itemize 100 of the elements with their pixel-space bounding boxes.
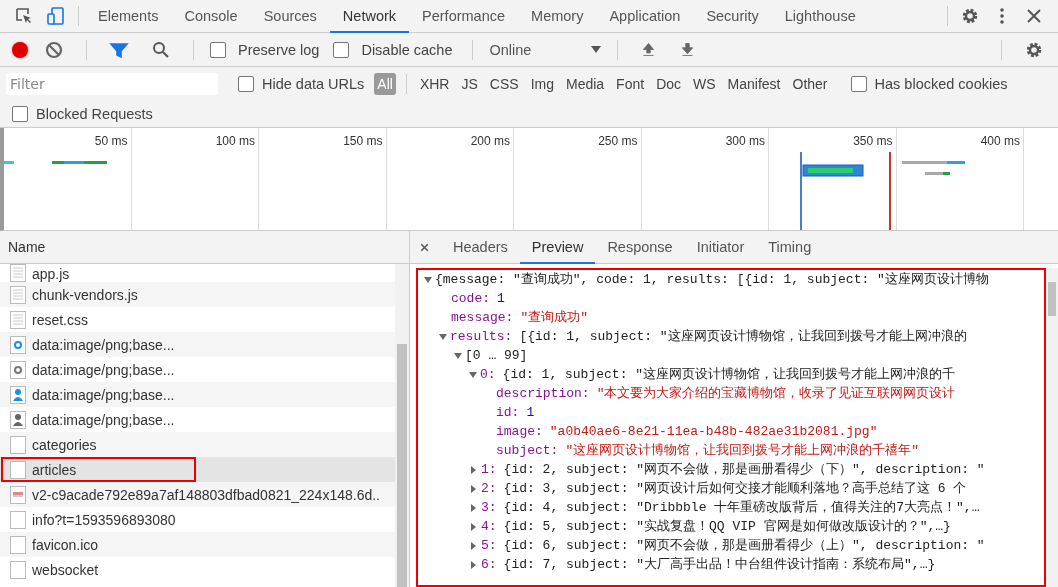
type-filter-button[interactable]: Img xyxy=(527,72,557,95)
object-summary: {id: 5, subject: "实战复盘！QQ VIP 官网是如何做改版设计的？",…} xyxy=(503,518,951,536)
blocked-cookies-checkbox[interactable] xyxy=(850,75,867,92)
request-name: articles xyxy=(32,461,77,478)
panel-tab[interactable]: Sources xyxy=(250,0,330,33)
property-key: 4: xyxy=(481,517,497,536)
record-button[interactable] xyxy=(12,41,28,58)
property-key: subject: xyxy=(496,441,559,460)
scrollbar[interactable] xyxy=(1046,268,1058,587)
type-filter-button[interactable]: Other xyxy=(789,72,831,95)
object-summary: {id: 3, subject: "网页设计后如何交接才能顺利落地？高手总结了这 6 个 xyxy=(503,480,967,498)
file-icon xyxy=(10,460,26,479)
type-filter-button[interactable]: Manifest xyxy=(724,72,784,95)
property-key: 0: xyxy=(480,365,496,384)
property-value: "查询成功" xyxy=(520,309,589,327)
type-filter-button[interactable]: Doc xyxy=(653,72,685,95)
object-summary: {id: 7, subject: "大厂高手出品！中台组件设计指南：系统布局",…} xyxy=(503,556,936,574)
checkbox-label: Blocked Requests xyxy=(36,105,153,122)
file-icon xyxy=(10,410,26,429)
expand-toggle[interactable] xyxy=(454,352,462,359)
detail-tab[interactable]: Timing xyxy=(756,230,824,264)
time-tick-label: 400 ms xyxy=(980,133,1021,150)
property-value: 1 xyxy=(497,290,505,308)
settings-icon[interactable] xyxy=(960,6,980,26)
type-filter-button[interactable]: Font xyxy=(613,72,648,95)
expand-toggle[interactable] xyxy=(469,371,477,378)
property-key: image: xyxy=(496,422,543,441)
type-filter-button[interactable]: JS xyxy=(458,72,481,95)
request-name: reset.css xyxy=(32,311,88,328)
panel-tab[interactable]: Lighthouse xyxy=(771,0,869,33)
expand-toggle[interactable] xyxy=(471,484,476,493)
download-icon[interactable] xyxy=(679,41,697,58)
property-value: 1 xyxy=(526,404,535,422)
time-tick-label: 250 ms xyxy=(598,133,639,150)
expand-toggle[interactable] xyxy=(471,465,476,474)
panel-tab[interactable]: Application xyxy=(596,0,694,33)
hide-data-urls-checkbox[interactable] xyxy=(238,75,254,92)
request-name: categories xyxy=(32,436,97,453)
time-tick-label: 50 ms xyxy=(94,133,129,150)
type-filter-button[interactable]: Media xyxy=(562,72,608,95)
time-tick-label: 150 ms xyxy=(343,133,384,150)
time-tick-label: 200 ms xyxy=(470,133,511,150)
preserve-log-checkbox[interactable] xyxy=(210,41,226,58)
file-icon xyxy=(10,285,26,304)
detail-tab[interactable]: Response xyxy=(595,230,685,264)
type-filter-button[interactable]: WS xyxy=(690,72,719,95)
caret-icon xyxy=(591,46,602,53)
expand-toggle[interactable] xyxy=(471,541,476,550)
scrollbar-thumb[interactable] xyxy=(1048,282,1056,316)
request-row[interactable]: data:image/png;base... xyxy=(0,332,395,357)
expand-toggle[interactable] xyxy=(471,522,476,531)
request-name: v2-c9acade792e89a7af148803dfbad0821_224x148.6d.. xyxy=(32,486,380,503)
expand-toggle[interactable] xyxy=(471,560,476,569)
request-row[interactable]: chunk-vendors.js xyxy=(0,282,395,307)
panel-tab[interactable]: Console xyxy=(171,0,251,33)
time-tick-label: 100 ms xyxy=(215,133,256,150)
file-icon xyxy=(10,560,26,579)
filter-field[interactable]: Filter xyxy=(6,72,218,95)
scrollbar[interactable] xyxy=(395,264,409,587)
device-toolbar-icon[interactable] xyxy=(46,6,66,26)
request-row[interactable]: v2-c9acade792e89a7af148803dfbad0821_224x148.6d.. xyxy=(0,482,395,507)
detail-tab[interactable]: Headers xyxy=(441,230,520,264)
element-picker-icon[interactable] xyxy=(14,6,34,26)
file-icon xyxy=(10,510,26,529)
panel-tab[interactable]: Elements xyxy=(85,0,172,33)
object-summary: {id: 4, subject: "Dribbble 十年重磅改版背后，值得关注的7大亮点！",… xyxy=(503,499,980,517)
panel-tab[interactable]: Performance xyxy=(409,0,519,33)
search-icon[interactable] xyxy=(151,39,171,60)
file-icon xyxy=(10,264,26,282)
blocked-requests-checkbox[interactable] xyxy=(12,105,28,122)
object-summary: {id: 2, subject: "网页不会做，那是画册看得少（下）", description: " xyxy=(503,461,985,479)
property-key: description: xyxy=(496,384,590,403)
panel-tab[interactable]: Memory xyxy=(518,0,597,33)
panel-tab[interactable]: Security xyxy=(693,0,772,33)
scrollbar-thumb[interactable] xyxy=(397,344,407,587)
property-key: results: xyxy=(450,327,513,346)
time-tick-label: 300 ms xyxy=(725,133,766,150)
checkbox-label: Hide data URLs xyxy=(262,75,365,92)
disable-cache-checkbox[interactable] xyxy=(333,41,350,58)
request-row[interactable]: articles xyxy=(0,457,395,482)
detail-tab[interactable]: Initiator xyxy=(684,230,757,264)
request-name: data:image/png;base... xyxy=(32,411,175,428)
checkbox-label: Disable cache xyxy=(361,41,453,58)
file-icon xyxy=(10,310,26,329)
panel-tab[interactable]: Network xyxy=(329,0,410,33)
request-name: info?t=1593596893080 xyxy=(32,511,176,528)
request-row[interactable]: data:image/png;base... xyxy=(0,382,395,407)
expand-toggle[interactable] xyxy=(471,503,476,512)
request-row[interactable]: favicon.ico xyxy=(0,532,395,557)
expand-toggle[interactable] xyxy=(439,333,447,340)
property-key: code: xyxy=(451,289,490,308)
file-icon xyxy=(10,360,26,379)
file-icon xyxy=(10,335,26,354)
property-key: 6: xyxy=(481,555,497,574)
request-row[interactable]: categories xyxy=(0,432,395,457)
type-filter-button[interactable]: XHR xyxy=(416,72,453,95)
type-filter-button[interactable]: CSS xyxy=(486,72,522,95)
expand-toggle[interactable] xyxy=(424,276,432,283)
throttling-dropdown[interactable]: Online xyxy=(489,41,602,58)
clear-icon[interactable] xyxy=(44,39,64,60)
